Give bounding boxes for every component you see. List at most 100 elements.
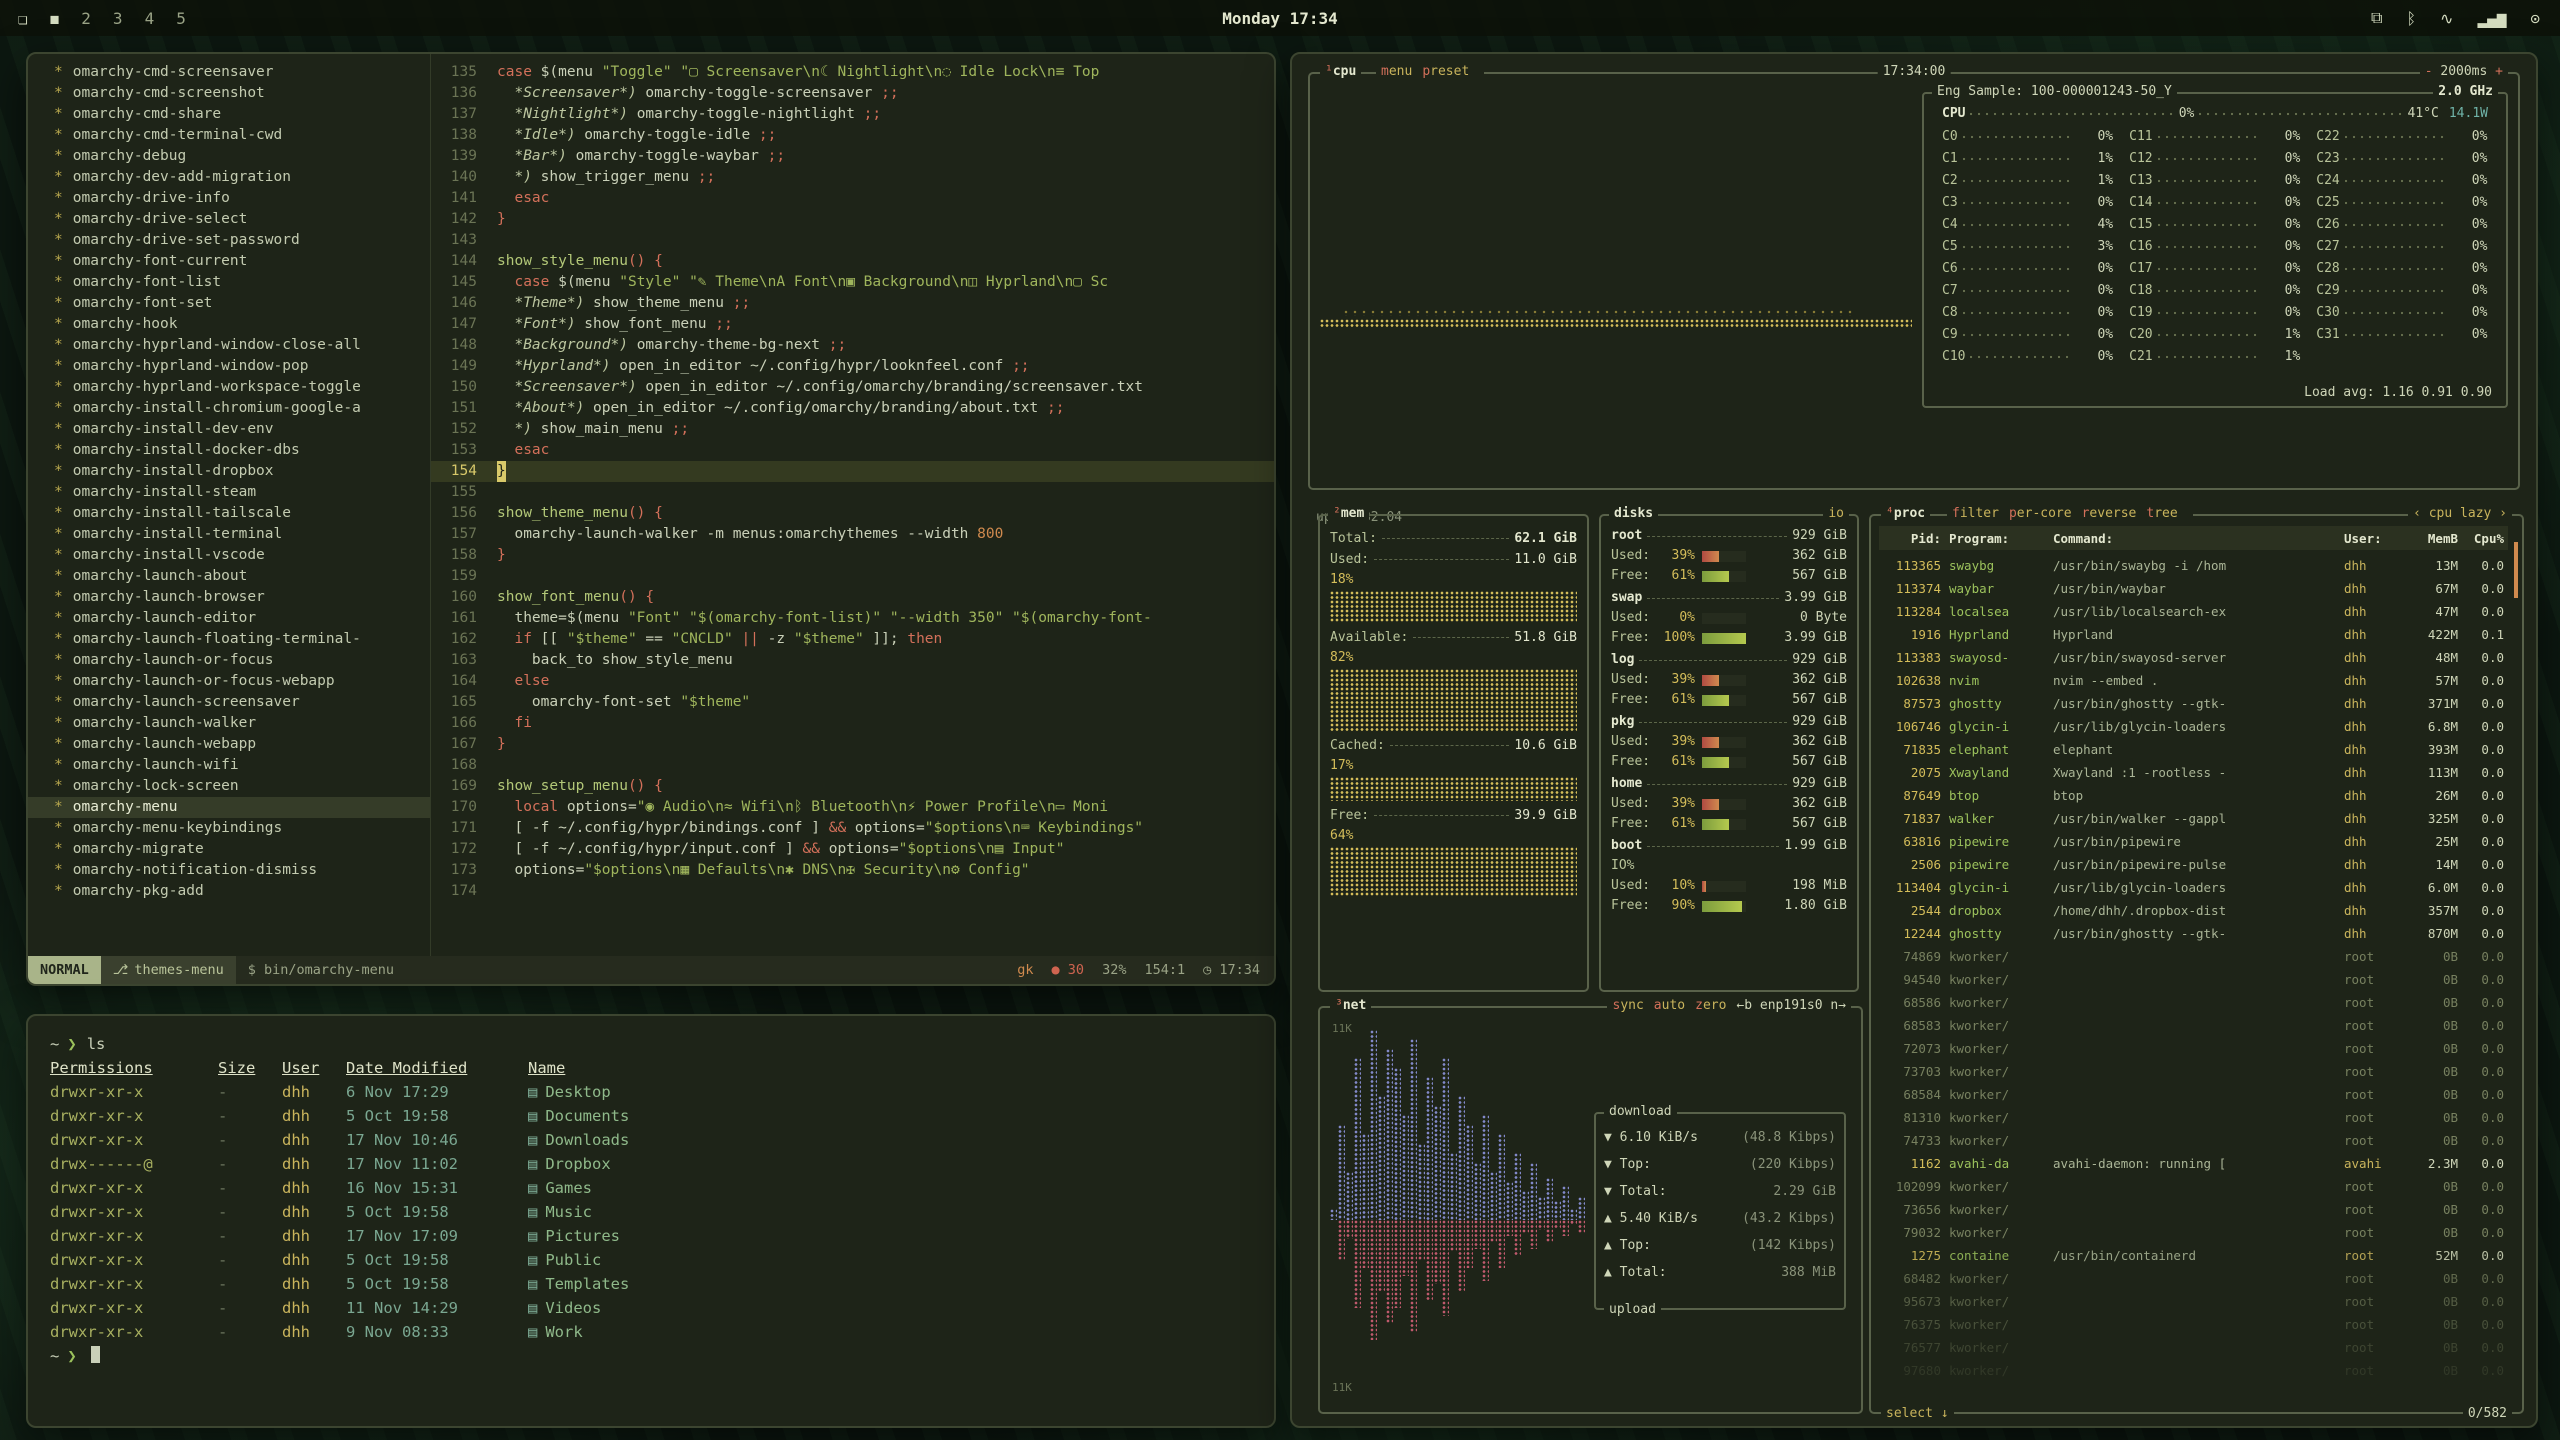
tree-item[interactable]: *omarchy-menu-keybindings — [28, 818, 430, 839]
code-line[interactable]: 152 *) show_main_menu ;; — [431, 419, 1274, 440]
tree-item[interactable]: *omarchy-hyprland-window-pop — [28, 356, 430, 377]
code-line[interactable]: 160show_font_menu() { — [431, 587, 1274, 608]
process-row[interactable]: 102099kworker/root0B0.0 — [1879, 1175, 2508, 1198]
process-row[interactable]: 71835elephantelephantdhh393M0.0 — [1879, 738, 2508, 761]
process-row[interactable]: 71837walker/usr/bin/walker --gappldhh325… — [1879, 807, 2508, 830]
process-row[interactable]: 87649btopbtopdhh26M0.0 — [1879, 784, 2508, 807]
code-line[interactable]: 172 [ -f ~/.config/hypr/input.conf ] && … — [431, 839, 1274, 860]
proc-header-program[interactable]: Program: — [1949, 531, 2053, 546]
option-reverse[interactable]: reverse — [2082, 506, 2137, 521]
process-row[interactable]: 113284localsea/usr/lib/localsearch-exdhh… — [1879, 600, 2508, 623]
interface-selector[interactable]: ←b enp191s0 n→ — [1736, 998, 1846, 1013]
code-line[interactable]: 136 *Screensaver*) omarchy-toggle-screen… — [431, 83, 1274, 104]
bluetooth-icon[interactable]: ᛒ — [2406, 9, 2416, 28]
code-line[interactable]: 166 fi — [431, 713, 1274, 734]
folder-name[interactable]: Downloads — [545, 1131, 629, 1149]
process-row[interactable]: 1162avahi-daavahi-daemon: running [avahi… — [1879, 1152, 2508, 1175]
tree-item[interactable]: *omarchy-launch-walker — [28, 713, 430, 734]
option-menu[interactable]: menu — [1381, 64, 1412, 79]
process-row[interactable]: 113365swaybg/usr/bin/swaybg -i /homdhh13… — [1879, 554, 2508, 577]
tree-item[interactable]: *omarchy-launch-or-focus — [28, 650, 430, 671]
code-line[interactable]: 153 esac — [431, 440, 1274, 461]
code-line[interactable]: 159 — [431, 566, 1274, 587]
code-line[interactable]: 167} — [431, 734, 1274, 755]
code-line[interactable]: 139 *Bar*) omarchy-toggle-waybar ;; — [431, 146, 1274, 167]
proc-box-options[interactable]: filterper-corereversetree — [1947, 505, 2193, 523]
tree-item[interactable]: *omarchy-install-dev-env — [28, 419, 430, 440]
code-line[interactable]: 145 case $(menu "Style" "✎ Theme\nA Font… — [431, 272, 1274, 293]
process-row[interactable]: 113404glycin-i/usr/lib/glycin-loadersdhh… — [1879, 876, 2508, 899]
process-row[interactable]: 74733kworker/root0B0.0 — [1879, 1129, 2508, 1152]
tree-item[interactable]: *omarchy-drive-info — [28, 188, 430, 209]
process-row[interactable]: 79032kworker/root0B0.0 — [1879, 1221, 2508, 1244]
code-line[interactable]: 155 — [431, 482, 1274, 503]
tree-item[interactable]: *omarchy-hook — [28, 314, 430, 335]
process-row[interactable]: 94540kworker/root0B0.0 — [1879, 968, 2508, 991]
tree-item[interactable]: *omarchy-install-tailscale — [28, 503, 430, 524]
code-line[interactable]: 164 else — [431, 671, 1274, 692]
process-row[interactable]: 113383swayosd-/usr/bin/swayosd-serverdhh… — [1879, 646, 2508, 669]
tree-item[interactable]: *omarchy-notification-dismiss — [28, 860, 430, 881]
folder-name[interactable]: Videos — [545, 1299, 601, 1317]
io-toggle[interactable]: io — [1823, 505, 1849, 523]
process-row[interactable]: 74869kworker/root0B0.0 — [1879, 945, 2508, 968]
folder-name[interactable]: Games — [545, 1179, 592, 1197]
tree-item[interactable]: *omarchy-install-dropbox — [28, 461, 430, 482]
tree-item[interactable]: *omarchy-font-current — [28, 251, 430, 272]
code-line[interactable]: 162 if [[ "$theme" == "CNCLD" || -z "$th… — [431, 629, 1274, 650]
code-line[interactable]: 156show_theme_menu() { — [431, 503, 1274, 524]
folder-name[interactable]: Documents — [545, 1107, 629, 1125]
active-workspace-icon[interactable]: ◼ — [50, 9, 60, 28]
process-row[interactable]: 73656kworker/root0B0.0 — [1879, 1198, 2508, 1221]
code-line[interactable]: 149 *Hyprland*) open_in_editor ~/.config… — [431, 356, 1274, 377]
code-line[interactable]: 147 *Font*) show_font_menu ;; — [431, 314, 1274, 335]
prompt-line-2[interactable]: ~❯ — [50, 1344, 1252, 1368]
tree-item[interactable]: *omarchy-install-vscode — [28, 545, 430, 566]
tree-item[interactable]: *omarchy-font-list — [28, 272, 430, 293]
code-line[interactable]: 170 local options="◉ Audio\n≈ Wifi\nᛒ Bl… — [431, 797, 1274, 818]
process-row[interactable]: 1916HyprlandHyprlanddhh422M0.1 — [1879, 623, 2508, 646]
process-table-header[interactable]: Pid:Program:Command:User:MemBCpu% — [1879, 526, 2508, 550]
code-line[interactable]: 171 [ -f ~/.config/hypr/bindings.conf ] … — [431, 818, 1274, 839]
tree-item[interactable]: *omarchy-launch-about — [28, 566, 430, 587]
cpu-box-options[interactable]: menu preset — [1376, 63, 1484, 81]
tree-item[interactable]: *omarchy-pkg-add — [28, 881, 430, 902]
folder-name[interactable]: Dropbox — [545, 1155, 610, 1173]
tree-item[interactable]: *omarchy-cmd-terminal-cwd — [28, 125, 430, 146]
workspace-3[interactable]: 3 — [113, 9, 123, 28]
tree-item[interactable]: *omarchy-launch-webapp — [28, 734, 430, 755]
process-row[interactable]: 2544dropbox/home/dhh/.dropbox-distdhh357… — [1879, 899, 2508, 922]
tree-item[interactable]: *omarchy-lock-screen — [28, 776, 430, 797]
option-auto[interactable]: auto — [1654, 998, 1685, 1013]
interval-plus-button[interactable]: + — [2495, 64, 2503, 79]
folder-name[interactable]: Work — [545, 1323, 582, 1341]
tree-item[interactable]: *omarchy-dev-add-migration — [28, 167, 430, 188]
code-line[interactable]: 169show_setup_menu() { — [431, 776, 1274, 797]
code-line[interactable]: 157 omarchy-launch-walker -m menus:omarc… — [431, 524, 1274, 545]
proc-header-pid[interactable]: Pid: — [1879, 531, 1949, 546]
file-tree[interactable]: *omarchy-cmd-screensaver*omarchy-cmd-scr… — [28, 54, 431, 956]
code-line[interactable]: 174 — [431, 881, 1274, 902]
tree-item[interactable]: *omarchy-launch-editor — [28, 608, 430, 629]
folder-name[interactable]: Pictures — [545, 1227, 620, 1245]
process-scrollbar[interactable] — [2514, 542, 2518, 598]
code-line[interactable]: 141 esac — [431, 188, 1274, 209]
tree-item[interactable]: *omarchy-cmd-screensaver — [28, 62, 430, 83]
option-zero[interactable]: zero — [1695, 998, 1726, 1013]
process-row[interactable]: 102638nvimnvim --embed .dhh57M0.0 — [1879, 669, 2508, 692]
process-row[interactable]: 106746glycin-i/usr/lib/glycin-loadersdhh… — [1879, 715, 2508, 738]
code-line[interactable]: 142} — [431, 209, 1274, 230]
folder-name[interactable]: Desktop — [545, 1083, 610, 1101]
workspace-5[interactable]: 5 — [176, 9, 186, 28]
code-line[interactable]: 151 *About*) open_in_editor ~/.config/om… — [431, 398, 1274, 419]
process-row[interactable]: 68482kworker/root0B0.0 — [1879, 1267, 2508, 1290]
option-preset[interactable]: preset — [1422, 64, 1469, 79]
tree-item[interactable]: *omarchy-launch-browser — [28, 587, 430, 608]
tree-item[interactable]: *omarchy-hyprland-window-close-all — [28, 335, 430, 356]
net-box-options[interactable]: syncautozero←b enp191s0 n→ — [1607, 997, 1851, 1015]
proc-header-memb[interactable]: MemB — [2400, 531, 2458, 546]
tree-item[interactable]: *omarchy-launch-floating-terminal- — [28, 629, 430, 650]
code-line[interactable]: 150 *Screensaver*) open_in_editor ~/.con… — [431, 377, 1274, 398]
tree-item[interactable]: *omarchy-drive-set-password — [28, 230, 430, 251]
process-row[interactable]: 97680kworker/root0B0.0 — [1879, 1359, 2508, 1382]
